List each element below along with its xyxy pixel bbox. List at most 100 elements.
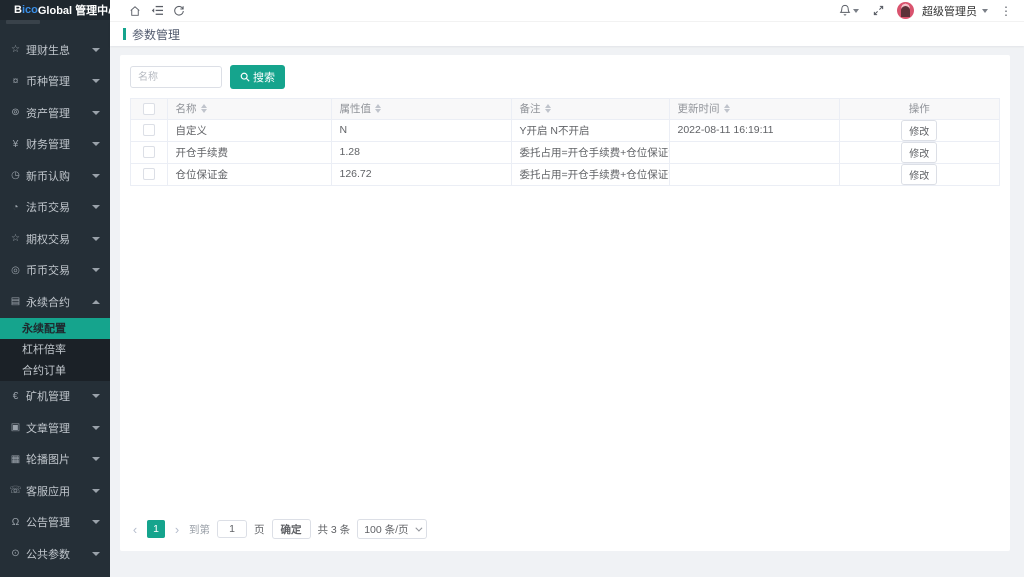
- chevron-down-icon: [92, 457, 100, 461]
- more-options-icon[interactable]: ⋮: [996, 4, 1016, 18]
- currency-icon: ¤: [9, 76, 22, 87]
- cell-updated: 2022-08-11 16:19:11: [669, 119, 839, 141]
- cell-name: 仓位保证金: [167, 163, 331, 185]
- sidebar-item-fiat-trade[interactable]: ◔ 法币交易: [0, 192, 110, 224]
- fullscreen-icon[interactable]: [867, 2, 889, 20]
- next-page-icon[interactable]: ›: [172, 522, 182, 537]
- sidebar-subitem-contract-orders[interactable]: 合约订单: [0, 360, 110, 381]
- user-menu[interactable]: 超级管理员: [922, 3, 988, 19]
- search-button[interactable]: 搜索: [230, 65, 285, 89]
- column-header-name: 名称: [176, 101, 197, 116]
- table-row: 自定义 N Y开启 N不开启 2022-08-11 16:19:11 修改: [131, 119, 999, 141]
- chevron-down-icon: [853, 9, 859, 13]
- sidebar-item-miner[interactable]: € 矿机管理: [0, 381, 110, 413]
- sidebar-item-label: 资产管理: [26, 105, 92, 121]
- sidebar: Bico Global 管理中心 ☆ 理财生息 ¤ 币种管理 ⊚ 资产管理 ¥ …: [0, 0, 110, 577]
- edit-button[interactable]: 修改: [901, 120, 937, 141]
- column-header-updated: 更新时间: [678, 101, 720, 116]
- cell-remark: Y开启 N不开启: [511, 119, 669, 141]
- headset-icon: ☏: [9, 485, 22, 496]
- cell-value: 1.28: [331, 141, 511, 163]
- sidebar-item-label: 财务管理: [26, 136, 92, 152]
- chevron-down-icon: [92, 205, 100, 209]
- info-icon: ⊙: [9, 548, 22, 559]
- page-size-select[interactable]: 100 条/页: [357, 519, 426, 539]
- goto-page-input[interactable]: [217, 520, 247, 538]
- chevron-down-icon: [92, 552, 100, 556]
- main-area: 超级管理员 ⋮ 参数管理 搜索: [110, 0, 1024, 577]
- cell-name: 自定义: [167, 119, 331, 141]
- sidebar-item-perpetual[interactable]: ▤ 永续合约: [0, 286, 110, 318]
- row-checkbox[interactable]: [143, 124, 155, 136]
- sidebar-subitem-perpetual-config[interactable]: 永续配置: [0, 318, 110, 339]
- table-header-row: 名称 属性值 备注 更新时间 操作: [131, 99, 999, 119]
- select-all-checkbox[interactable]: [143, 103, 155, 115]
- sidebar-item-coin-trade[interactable]: ◎ 币币交易: [0, 255, 110, 287]
- top-navbar: 超级管理员 ⋮: [110, 0, 1024, 22]
- row-checkbox[interactable]: [143, 168, 155, 180]
- clock-icon: ◷: [9, 170, 22, 181]
- sort-icon[interactable]: [724, 104, 730, 113]
- sidebar-item-label: 永续合约: [26, 294, 92, 310]
- article-icon: ▣: [9, 422, 22, 433]
- sidebar-item-banners[interactable]: ▦ 轮播图片: [0, 444, 110, 476]
- edit-button[interactable]: 修改: [901, 142, 937, 163]
- sidebar-item-label: 公告管理: [26, 514, 92, 530]
- sidebar-item-articles[interactable]: ▣ 文章管理: [0, 412, 110, 444]
- sidebar-item-assets[interactable]: ⊚ 资产管理: [0, 97, 110, 129]
- sidebar-item-options-trade[interactable]: ☆ 期权交易: [0, 223, 110, 255]
- prev-page-icon[interactable]: ‹: [130, 522, 140, 537]
- chevron-down-icon: [92, 237, 100, 241]
- current-page-button[interactable]: 1: [147, 520, 165, 538]
- sidebar-item-currency[interactable]: ¤ 币种管理: [0, 66, 110, 98]
- finance-icon: ¥: [9, 139, 22, 150]
- sidebar-item-label: 公共参数: [26, 546, 92, 562]
- sidebar-item-label: 矿机管理: [26, 388, 92, 404]
- chevron-down-icon: [982, 9, 988, 13]
- row-checkbox[interactable]: [143, 146, 155, 158]
- fiat-icon: ◔: [9, 202, 22, 213]
- user-name: 超级管理员: [922, 3, 977, 19]
- sidebar-item-wealth[interactable]: ☆ 理财生息: [0, 34, 110, 66]
- sidebar-item-support[interactable]: ☏ 客服应用: [0, 475, 110, 507]
- asset-icon: ⊚: [9, 107, 22, 118]
- sidebar-item-newcoin[interactable]: ◷ 新币认购: [0, 160, 110, 192]
- search-icon: [240, 72, 250, 82]
- chevron-down-icon: [92, 111, 100, 115]
- home-icon[interactable]: [124, 2, 146, 20]
- page-unit-label: 页: [254, 522, 265, 537]
- search-button-label: 搜索: [253, 69, 275, 85]
- search-input[interactable]: [130, 66, 222, 88]
- cell-name: 开仓手续费: [167, 141, 331, 163]
- sort-icon[interactable]: [375, 104, 381, 113]
- total-count-label: 共 3 条: [318, 522, 351, 537]
- column-header-action: 操作: [839, 99, 999, 119]
- sidebar-item-label: 币种管理: [26, 73, 92, 89]
- cell-value: 126.72: [331, 163, 511, 185]
- navbar-right: 超级管理员 ⋮: [839, 2, 1016, 20]
- sort-icon[interactable]: [545, 104, 551, 113]
- goto-confirm-button[interactable]: 确定: [272, 519, 311, 539]
- notifications-button[interactable]: [839, 4, 859, 17]
- content-area: 搜索 名称 属性值 备注 更新时间 操作: [110, 46, 1024, 577]
- cell-updated: [669, 141, 839, 163]
- sidebar-item-announcements[interactable]: Ω 公告管理: [0, 507, 110, 539]
- pagination: ‹ 1 › 到第 页 确定 共 3 条 100 条/页: [130, 519, 1000, 541]
- chevron-down-icon: [92, 268, 100, 272]
- sidebar-item-finance[interactable]: ¥ 财务管理: [0, 129, 110, 161]
- sidebar-item-label: 币币交易: [26, 262, 92, 278]
- sort-icon[interactable]: [201, 104, 207, 113]
- avatar[interactable]: [897, 2, 914, 19]
- chevron-down-icon: [415, 524, 422, 531]
- sidebar-subitem-leverage[interactable]: 杠杆倍率: [0, 339, 110, 360]
- chevron-down-icon: [92, 489, 100, 493]
- accent-bar: [123, 28, 126, 40]
- sidebar-item-public-params[interactable]: ⊙ 公共参数: [0, 538, 110, 570]
- chevron-down-icon: [92, 48, 100, 52]
- chevron-down-icon: [92, 520, 100, 524]
- edit-button[interactable]: 修改: [901, 164, 937, 185]
- collapse-menu-icon[interactable]: [146, 2, 168, 20]
- sidebar-item-label: 客服应用: [26, 483, 92, 499]
- refresh-icon[interactable]: [168, 2, 190, 20]
- sidebar-item-label: 法币交易: [26, 199, 92, 215]
